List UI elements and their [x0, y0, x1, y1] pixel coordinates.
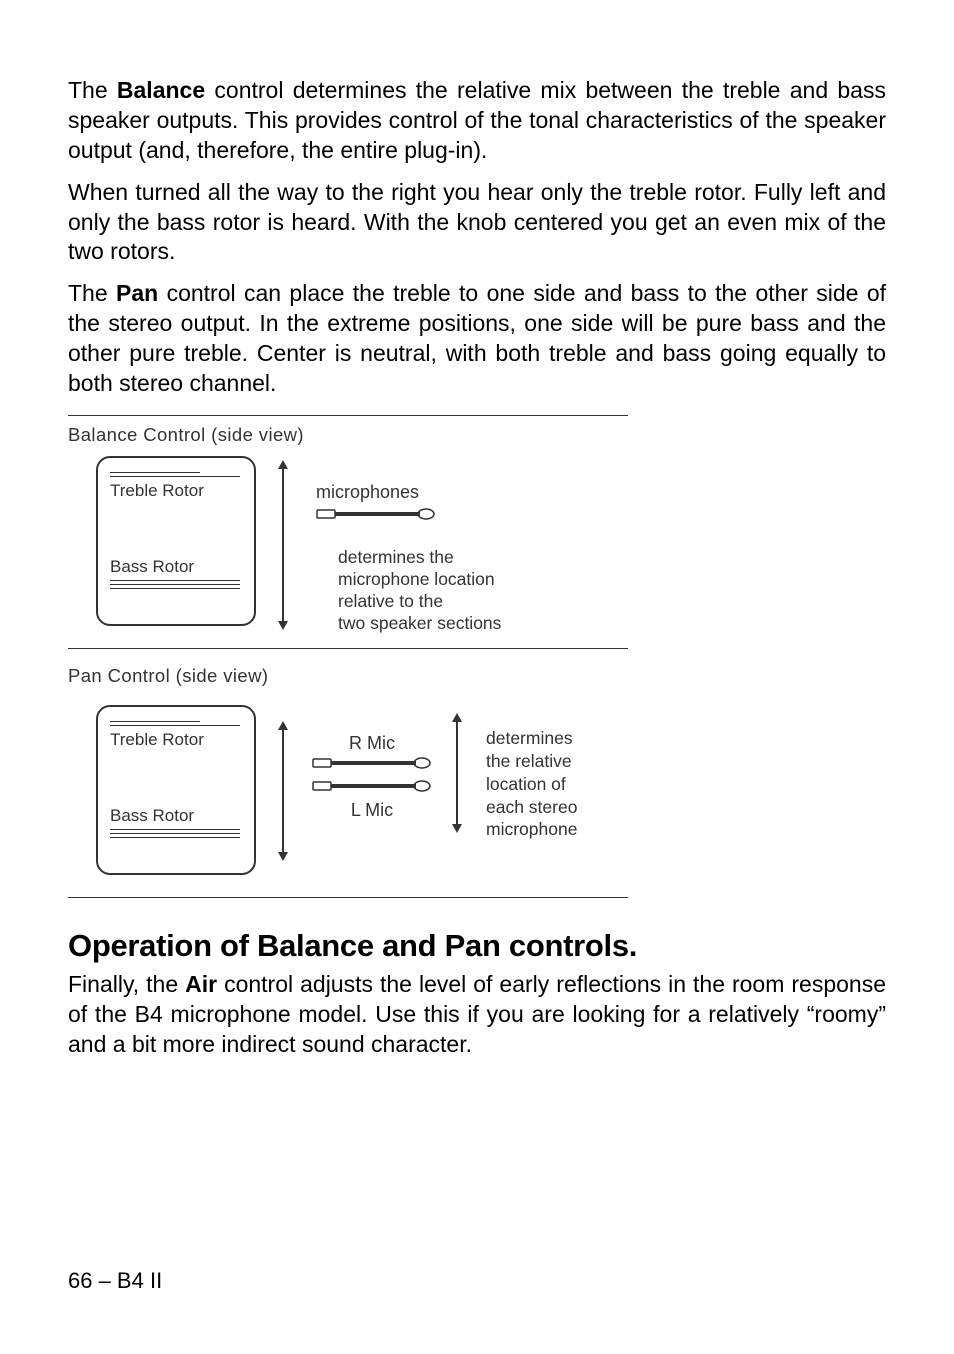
paragraph-rotor-mix: When turned all the way to the right you…: [68, 178, 886, 268]
treble-lines-icon: [110, 472, 242, 477]
vertical-arrow-icon: [268, 460, 298, 630]
balance-bold: Balance: [117, 77, 205, 103]
divider-line: [68, 648, 628, 649]
microphones-label: microphones: [316, 482, 501, 503]
diagram-pan: Pan Control (side view) Treble Rotor Bas…: [68, 665, 886, 898]
l-mic-label: L Mic: [351, 800, 393, 821]
bass-rotor-label: Bass Rotor: [110, 557, 242, 577]
vertical-arrow-icon: [268, 721, 298, 861]
fp-a: Finally, the: [68, 971, 185, 997]
diagram-balance: Balance Control (side view) Treble Rotor…: [68, 415, 886, 650]
diagram2-title: Pan Control (side view): [68, 665, 886, 687]
diagram2-description: determines the relative location of each…: [486, 727, 577, 841]
vertical-arrow-icon: [442, 713, 472, 833]
microphone-icon: [312, 756, 432, 775]
air-bold: Air: [185, 971, 217, 997]
bass-lines-icon: [110, 829, 242, 838]
section-heading: Operation of Balance and Pan controls.: [68, 928, 886, 964]
divider-line: [68, 897, 628, 898]
p3a-text: The: [68, 280, 116, 306]
r-mic-label: R Mic: [349, 733, 395, 754]
bass-lines-icon: [110, 580, 242, 589]
microphone-icon: [312, 779, 432, 798]
treble-rotor-label2: Treble Rotor: [110, 730, 242, 750]
paragraph-balance: The Balance control determines the relat…: [68, 76, 886, 166]
speaker-box-icon: Treble Rotor Bass Rotor: [96, 705, 256, 875]
treble-lines-icon: [110, 721, 242, 726]
bass-rotor-label2: Bass Rotor: [110, 806, 242, 826]
speaker-box-icon: Treble Rotor Bass Rotor: [96, 456, 256, 626]
p1a-text: The: [68, 77, 117, 103]
divider-line: [68, 415, 628, 416]
paragraph-air: Finally, the Air control adjusts the lev…: [68, 970, 886, 1060]
pan-bold: Pan: [116, 280, 158, 306]
treble-rotor-label: Treble Rotor: [110, 481, 242, 501]
p3c-text: control can place the treble to one side…: [68, 280, 886, 396]
diagram1-description: determines the microphone location relat…: [338, 547, 501, 635]
paragraph-pan: The Pan control can place the treble to …: [68, 279, 886, 399]
page-footer: 66 – B4 II: [68, 1268, 162, 1294]
diagram1-title: Balance Control (side view): [68, 424, 886, 446]
microphone-icon: [316, 507, 436, 519]
